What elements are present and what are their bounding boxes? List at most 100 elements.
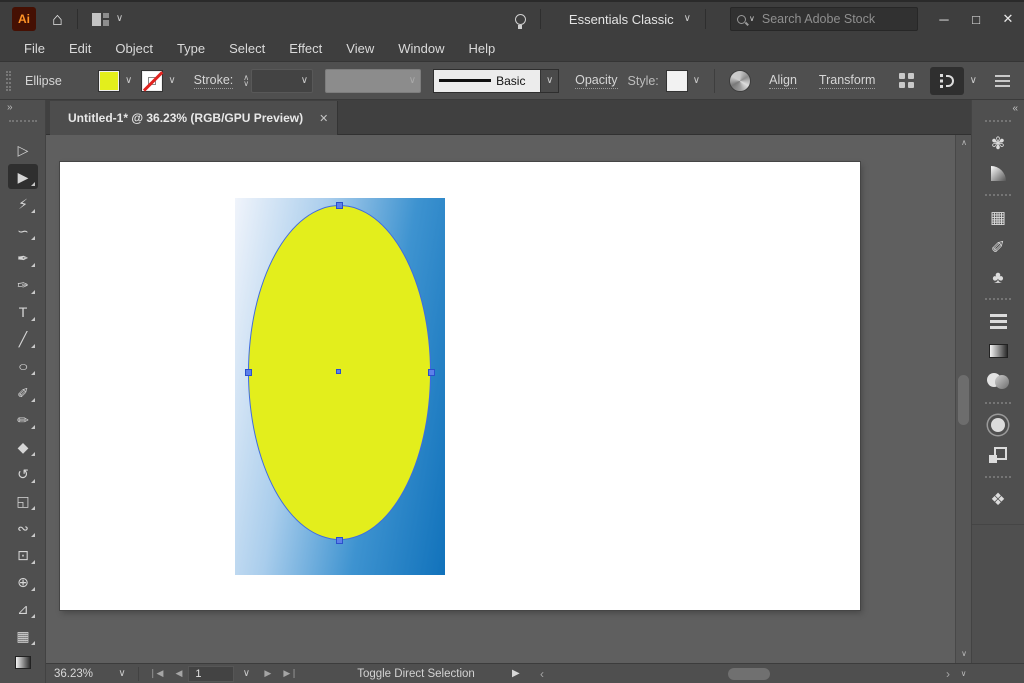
fill-color-swatch[interactable] bbox=[99, 71, 119, 91]
swatches-panel-icon[interactable]: ▦ bbox=[972, 202, 1024, 232]
center-point-handle[interactable] bbox=[336, 369, 341, 374]
type-tool[interactable]: T bbox=[0, 298, 46, 325]
horizontal-scrollbar[interactable]: ‹ › bbox=[536, 664, 956, 683]
menu-window[interactable]: Window bbox=[386, 41, 456, 56]
expand-tools-icon[interactable]: » bbox=[7, 102, 12, 113]
chevron-down-icon[interactable]: ∨ bbox=[116, 14, 123, 24]
scale-tool[interactable]: ◱ bbox=[0, 487, 46, 514]
panel-menu-icon[interactable] bbox=[995, 75, 1010, 87]
menu-type[interactable]: Type bbox=[165, 41, 217, 56]
magic-wand-tool[interactable]: ⚡ bbox=[0, 190, 46, 217]
layers-panel-icon[interactable]: ❖ bbox=[972, 484, 1024, 514]
next-artboard-button[interactable]: ▶ bbox=[258, 668, 277, 679]
menu-view[interactable]: View bbox=[334, 41, 386, 56]
shaper-tool[interactable]: ✏ bbox=[0, 406, 46, 433]
stroke-weight-label[interactable]: Stroke: bbox=[194, 73, 234, 89]
arrange-documents-icon[interactable] bbox=[92, 13, 109, 26]
scroll-right-icon[interactable]: › bbox=[946, 667, 950, 681]
anchor-options-button[interactable] bbox=[930, 67, 964, 95]
shape-builder-tool[interactable]: ⊕ bbox=[0, 568, 46, 595]
stroke-panel-icon[interactable] bbox=[972, 306, 1024, 336]
menu-effect[interactable]: Effect bbox=[277, 41, 334, 56]
scroll-down-icon[interactable]: ∨ bbox=[955, 669, 972, 678]
maximize-button[interactable]: □ bbox=[960, 12, 992, 27]
anchor-handle-left[interactable] bbox=[245, 369, 252, 376]
artboard-number-field[interactable]: 1 bbox=[188, 666, 234, 682]
scroll-left-icon[interactable]: ‹ bbox=[540, 667, 544, 681]
brushes-panel-icon[interactable]: ✐ bbox=[972, 232, 1024, 262]
color-guide-panel-icon[interactable] bbox=[972, 158, 1024, 188]
blob-brush-tool[interactable] bbox=[0, 676, 46, 683]
chevron-down-icon[interactable]: ∨ bbox=[125, 76, 132, 86]
symbols-panel-icon[interactable]: ♣ bbox=[972, 262, 1024, 292]
transparency-panel-icon[interactable] bbox=[972, 366, 1024, 396]
color-panel-icon[interactable]: ✾ bbox=[972, 128, 1024, 158]
width-tool[interactable]: ∾ bbox=[0, 514, 46, 541]
home-icon[interactable]: ⌂ bbox=[52, 10, 63, 28]
rotate-tool[interactable]: ↺ bbox=[0, 460, 46, 487]
menu-edit[interactable]: Edit bbox=[57, 41, 103, 56]
menu-object[interactable]: Object bbox=[103, 41, 165, 56]
artboards-panel-icon[interactable] bbox=[972, 440, 1024, 470]
anchor-handle-top[interactable] bbox=[336, 202, 343, 209]
lasso-tool[interactable]: ∽ bbox=[0, 217, 46, 244]
adobe-stock-search[interactable]: ∨ bbox=[730, 7, 918, 31]
direct-selection-tool[interactable]: ▶ bbox=[0, 163, 46, 190]
first-artboard-button[interactable]: ❘◀ bbox=[143, 668, 169, 679]
chevron-down-icon[interactable]: ∨ bbox=[749, 15, 755, 23]
appearance-panel-icon[interactable] bbox=[972, 410, 1024, 440]
collapse-dock-icon[interactable]: « bbox=[1012, 103, 1017, 114]
eyedropper-tool[interactable]: ◆ bbox=[0, 433, 46, 460]
mesh-tool[interactable]: ▦ bbox=[0, 622, 46, 649]
gradient-panel-icon[interactable] bbox=[972, 336, 1024, 366]
chevron-down-icon[interactable]: ∨ bbox=[693, 76, 700, 86]
graphic-style-swatch[interactable] bbox=[667, 71, 687, 91]
scroll-down-icon[interactable]: ∨ bbox=[956, 649, 972, 658]
recolor-artwork-icon[interactable] bbox=[729, 70, 751, 92]
scroll-up-icon[interactable]: ∧ bbox=[956, 138, 972, 147]
search-input[interactable] bbox=[760, 11, 900, 27]
stroke-color-swatch[interactable] bbox=[142, 71, 162, 91]
curvature-tool[interactable]: ✑ bbox=[0, 271, 46, 298]
brush-definition-dropdown[interactable]: Basic ∨ bbox=[433, 69, 559, 93]
previous-artboard-button[interactable]: ◀ bbox=[169, 668, 188, 679]
gradient-tool[interactable] bbox=[0, 649, 46, 676]
panel-grip[interactable] bbox=[6, 71, 11, 91]
artboard-dropdown-icon[interactable]: ∨ bbox=[234, 669, 258, 679]
document-tab[interactable]: Untitled-1* @ 36.23% (RGB/GPU Preview) ✕ bbox=[50, 101, 338, 135]
menu-help[interactable]: Help bbox=[456, 41, 507, 56]
chevron-down-icon[interactable]: ∨ bbox=[970, 76, 977, 86]
free-transform-tool[interactable]: ⊡ bbox=[0, 541, 46, 568]
zoom-level[interactable]: 36.23% bbox=[54, 668, 110, 680]
align-label[interactable]: Align bbox=[769, 73, 797, 89]
close-button[interactable]: ✕ bbox=[992, 11, 1024, 27]
stroke-weight-stepper[interactable]: ∧∨ bbox=[243, 75, 249, 87]
ellipse-tool[interactable]: ○ bbox=[0, 352, 46, 379]
vertical-scrollbar[interactable]: ∧ ∨ bbox=[955, 135, 971, 663]
pen-tool[interactable]: ✒ bbox=[0, 244, 46, 271]
isolate-object-icon[interactable] bbox=[899, 73, 914, 88]
menu-file[interactable]: File bbox=[12, 41, 57, 56]
line-segment-tool[interactable]: ╱ bbox=[0, 325, 46, 352]
vertical-scroll-thumb[interactable] bbox=[958, 375, 969, 425]
anchor-handle-bottom[interactable] bbox=[336, 537, 343, 544]
anchor-handle-right[interactable] bbox=[428, 369, 435, 376]
horizontal-scroll-thumb[interactable] bbox=[728, 668, 770, 680]
artboard[interactable] bbox=[60, 162, 860, 610]
chevron-down-icon[interactable]: ∨ bbox=[540, 70, 558, 92]
menu-select[interactable]: Select bbox=[217, 41, 277, 56]
paintbrush-tool[interactable]: ✐ bbox=[0, 379, 46, 406]
selection-tool[interactable]: ▷ bbox=[0, 136, 46, 163]
chevron-down-icon[interactable]: ∨ bbox=[684, 14, 691, 24]
canvas[interactable] bbox=[46, 135, 955, 663]
status-menu-arrow-icon[interactable]: ▶ bbox=[512, 668, 520, 679]
zoom-dropdown-icon[interactable]: ∨ bbox=[110, 669, 134, 679]
transform-label[interactable]: Transform bbox=[819, 73, 876, 89]
lightbulb-icon[interactable] bbox=[515, 14, 526, 25]
minimize-button[interactable]: ─ bbox=[928, 12, 960, 27]
tools-grip[interactable] bbox=[9, 120, 37, 122]
workspace-switcher[interactable]: Essentials Classic bbox=[569, 12, 674, 27]
chevron-down-icon[interactable]: ∨ bbox=[168, 76, 175, 86]
close-tab-icon[interactable]: ✕ bbox=[319, 112, 328, 125]
opacity-label[interactable]: Opacity bbox=[575, 73, 617, 89]
